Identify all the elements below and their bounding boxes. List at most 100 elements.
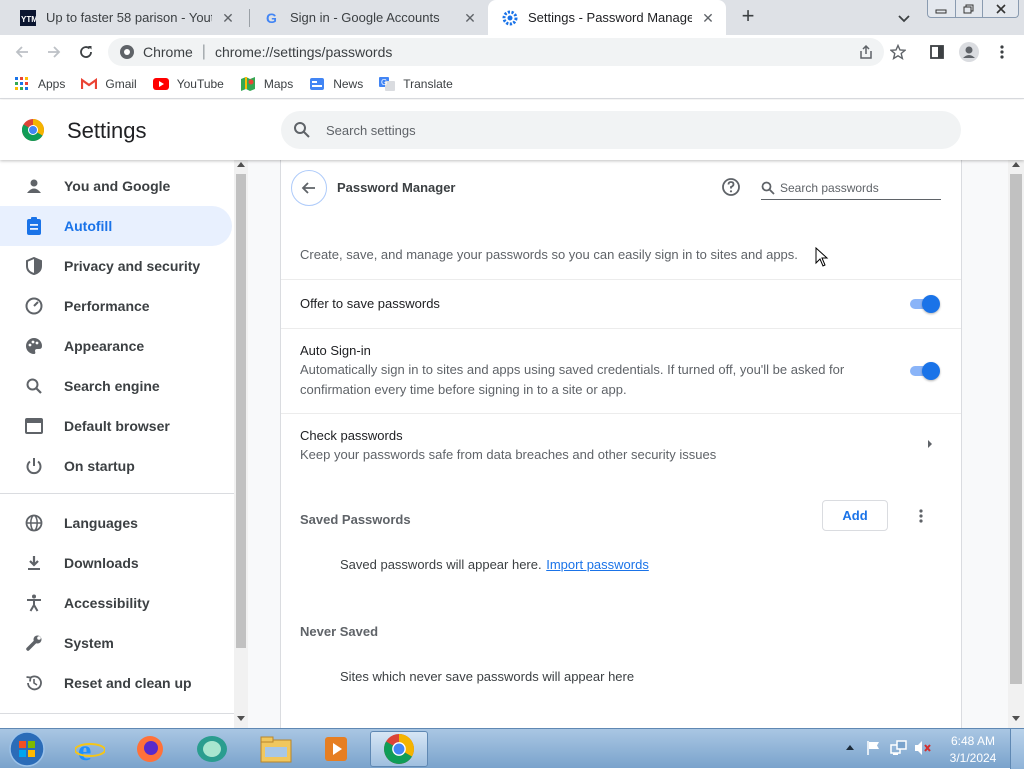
sidebar-item-accessibility[interactable]: Accessibility	[0, 583, 232, 623]
svg-text:e: e	[78, 734, 91, 764]
clipboard-icon	[24, 216, 44, 236]
svg-text:G: G	[381, 78, 387, 87]
sidebar-item-default-browser[interactable]: Default browser	[0, 406, 232, 446]
offer-to-save-toggle[interactable]	[908, 295, 940, 313]
tab-title: Up to faster 58 parison - Youtube	[46, 10, 212, 25]
sidebar-item-privacy[interactable]: Privacy and security	[0, 246, 232, 286]
bookmark-label: Apps	[38, 76, 66, 91]
bookmark-apps[interactable]: Apps	[14, 76, 65, 92]
search-passwords-field[interactable]: Search passwords	[761, 176, 941, 200]
check-passwords-row[interactable]: Check passwords Keep your passwords safe…	[281, 414, 961, 480]
show-desktop-button[interactable]	[1010, 729, 1024, 769]
sidebar-item-search-engine[interactable]: Search engine	[0, 366, 232, 406]
bookmark-maps[interactable]: Maps	[240, 76, 293, 92]
sidebar-item-reset[interactable]: Reset and clean up	[0, 663, 232, 703]
bookmark-gmail[interactable]: Gmail	[81, 76, 137, 92]
scrollbar-thumb[interactable]	[236, 174, 246, 648]
page-title: Settings	[67, 118, 147, 143]
globe-icon	[24, 513, 44, 533]
restore-button[interactable]	[954, 0, 983, 17]
scrollbar-thumb[interactable]	[1010, 174, 1022, 684]
clock-date[interactable]: 3/1/2024	[948, 751, 998, 765]
tab-search-button[interactable]	[896, 10, 912, 26]
section-title: Password Manager	[337, 180, 456, 195]
forward-button[interactable]	[41, 39, 67, 65]
settings-header: Settings Search settings	[0, 100, 1024, 160]
close-window-button[interactable]	[982, 0, 1018, 17]
scroll-up-arrow[interactable]	[1012, 162, 1020, 167]
sidebar-item-autofill[interactable]: Autofill	[0, 206, 232, 246]
check-passwords-description: Keep your passwords safe from data breac…	[300, 447, 717, 462]
file-explorer-icon[interactable]	[250, 731, 302, 767]
settings-search-field[interactable]: Search settings	[281, 111, 961, 149]
bookmark-label: News	[333, 76, 364, 91]
address-bar[interactable]: Chrome | chrome://settings/passwords	[108, 38, 906, 66]
chrome-logo	[22, 119, 44, 141]
wrench-icon	[24, 633, 44, 653]
offer-to-save-label: Offer to save passwords	[300, 296, 440, 311]
sidebar-item-downloads[interactable]: Downloads	[0, 543, 232, 583]
gear-icon	[502, 10, 518, 26]
never-saved-empty: Sites which never save passwords will ap…	[340, 669, 635, 684]
clock-time[interactable]: 6:48 AM	[950, 734, 996, 748]
chrome-taskbar-button[interactable]	[370, 731, 428, 767]
bookmark-youtube[interactable]: YouTube	[152, 76, 224, 92]
auto-signin-label: Auto Sign-in	[300, 343, 371, 358]
back-arrow-button[interactable]	[291, 170, 327, 206]
reload-button[interactable]	[73, 39, 99, 65]
sidebar-item-you-and-google[interactable]: You and Google	[0, 166, 232, 206]
chevron-right-icon	[928, 440, 932, 448]
media-player-icon[interactable]	[310, 731, 362, 767]
tab-settings[interactable]: Settings - Password Manager ✕	[488, 0, 726, 35]
tab-strip: YTM Up to faster 58 parison - Youtube ✕ …	[0, 0, 1024, 35]
more-menu-icon[interactable]	[989, 39, 1015, 65]
sidebar-item-appearance[interactable]: Appearance	[0, 326, 232, 366]
close-tab-icon[interactable]: ✕	[220, 10, 236, 26]
sidebar-item-system[interactable]: System	[0, 623, 232, 663]
sidebar-item-languages[interactable]: Languages	[0, 503, 232, 543]
sidebar-item-performance[interactable]: Performance	[0, 286, 232, 326]
close-tab-icon[interactable]: ✕	[700, 10, 716, 26]
bookmarks-bar: Apps Gmail YouTube Maps News G Translate	[0, 69, 1024, 99]
tab-youtube[interactable]: YTM Up to faster 58 parison - Youtube ✕	[6, 0, 246, 35]
help-icon[interactable]	[721, 177, 741, 197]
share-icon[interactable]	[858, 44, 874, 60]
auto-signin-row[interactable]: Auto Sign-in Automatically sign in to si…	[281, 329, 961, 414]
main-scrollbar[interactable]	[1008, 160, 1024, 728]
network-icon[interactable]	[890, 740, 908, 756]
tab-google-accounts[interactable]: G Sign in - Google Accounts ✕	[250, 0, 488, 35]
show-hidden-icons-arrow[interactable]	[846, 745, 854, 750]
action-center-flag-icon[interactable]	[866, 740, 882, 756]
more-actions-icon[interactable]	[919, 509, 923, 523]
bookmark-translate[interactable]: G Translate	[379, 76, 453, 92]
minimize-button[interactable]	[928, 0, 955, 17]
import-passwords-link[interactable]: Import passwords	[546, 557, 649, 572]
profile-avatar[interactable]	[956, 39, 982, 65]
start-button[interactable]	[0, 731, 54, 767]
sidebar-divider	[0, 713, 234, 714]
person-icon	[24, 176, 44, 196]
bookmark-news[interactable]: News	[309, 76, 363, 92]
close-tab-icon[interactable]: ✕	[462, 10, 478, 26]
translate-icon: G	[379, 76, 396, 92]
news-icon	[309, 76, 325, 92]
scroll-up-arrow[interactable]	[237, 162, 245, 167]
sidebar-item-on-startup[interactable]: On startup	[0, 446, 232, 486]
scroll-down-arrow[interactable]	[1012, 716, 1020, 721]
new-tab-button[interactable]: +	[737, 5, 759, 28]
saved-passwords-heading: Saved Passwords	[300, 512, 411, 527]
site-label: Chrome	[143, 44, 193, 60]
volume-muted-icon[interactable]	[914, 740, 932, 756]
search-icon	[761, 181, 775, 195]
firefox-icon[interactable]	[124, 731, 176, 767]
messenger-icon[interactable]	[186, 731, 238, 767]
scroll-down-arrow[interactable]	[237, 716, 245, 721]
auto-signin-toggle[interactable]	[908, 362, 940, 380]
back-button[interactable]	[9, 39, 35, 65]
add-password-button[interactable]: Add	[822, 500, 888, 531]
sidebar-scrollbar[interactable]	[234, 160, 248, 728]
bookmark-star-icon[interactable]	[890, 44, 906, 60]
side-panel-button[interactable]	[924, 39, 950, 65]
offer-to-save-row[interactable]: Offer to save passwords	[281, 280, 961, 329]
internet-explorer-icon[interactable]: e	[64, 731, 116, 767]
